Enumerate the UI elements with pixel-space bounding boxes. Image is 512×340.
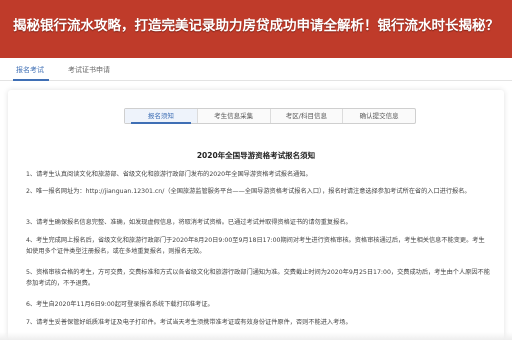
- banner: 揭秘银行流水攻略，打造完美记录助力房贷成功申请全解析！银行流水时长揭秘？: [0, 0, 512, 58]
- notice-item: 4、考生完成网上报名后，省级文化和旅游行政部门于2020年8月20日9:00至9…: [26, 237, 485, 255]
- step-registration-notice[interactable]: 报名须知: [125, 109, 198, 124]
- notice-item: 5、资格审核合格的考生，方可交费，交费标准和方式以各省级文化和旅游行政部门通知为…: [26, 269, 490, 287]
- step-candidate-info[interactable]: 考生信息采集: [198, 109, 271, 123]
- bottom-fade: [0, 332, 512, 340]
- banner-title: 揭秘银行流水攻略，打造完美记录助力房贷成功申请全解析！银行流水时长揭秘？: [13, 18, 499, 34]
- step-confirm-submit[interactable]: 确认提交信息: [343, 109, 415, 123]
- notice-item: 2、唯一报名网址为：http://jianguan.12301.cn/（全国旅游…: [26, 188, 471, 195]
- notice-title: 2020年全国导游资格考试报名须知: [196, 151, 316, 160]
- notice-item: 7、请考生妥善保管好纸质准考证及电子打印件。考试当天考生须携带准考证或有效身份证…: [26, 319, 352, 326]
- step-progress: 报名须知 考生信息采集 考区/科目信息 确认提交信息: [124, 108, 416, 124]
- active-tab-indicator: [13, 79, 49, 81]
- tab-certificate-application[interactable]: 考试证书申请: [68, 65, 110, 75]
- tab-register-exam[interactable]: 报名考试: [16, 65, 44, 75]
- notice-item: 3、请考生确保报名信息完整、准确，如发现虚假信息，将取消考试资格。已通过考试并取…: [26, 219, 352, 226]
- top-tab-bar: 报名考试 考试证书申请: [0, 58, 512, 81]
- notice-item: 1、请考生认真阅读文化和旅游部、省级文化和旅游行政部门发布的2020年全国导游资…: [26, 171, 312, 178]
- notice-item: 6、考生自2020年11月6日9:00起可登录报名系统下载打印准考证。: [26, 301, 214, 308]
- step-exam-area-subject[interactable]: 考区/科目信息: [271, 109, 344, 123]
